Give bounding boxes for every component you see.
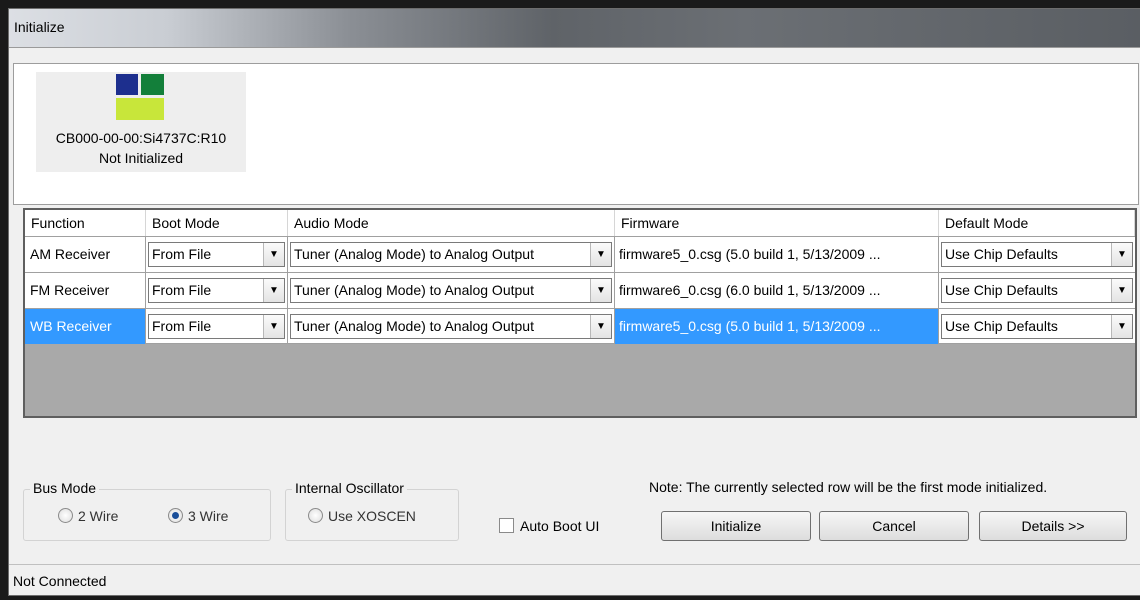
dropdown-arrow-icon[interactable]: ▼: [1111, 315, 1132, 338]
dropdown-arrow-icon[interactable]: ▼: [263, 243, 284, 266]
internal-oscillator-group: Internal Oscillator Use XOSCEN: [285, 480, 459, 541]
radio-use-xoscen[interactable]: Use XOSCEN: [308, 508, 416, 524]
dropdown-arrow-icon[interactable]: ▼: [1111, 243, 1132, 266]
device-tile[interactable]: CB000-00-00:Si4737C:R10 Not Initialized: [36, 72, 246, 172]
firmware-cell[interactable]: firmware6_0.csg (6.0 build 1, 5/13/2009 …: [615, 273, 939, 308]
table-row-selected[interactable]: WB Receiver From File ▼ Tuner (Analog Mo…: [25, 308, 1135, 344]
auto-boot-checkbox[interactable]: Auto Boot UI: [499, 518, 599, 534]
default-mode-dropdown[interactable]: Use Chip Defaults ▼: [941, 278, 1133, 303]
boot-mode-cell: From File ▼: [146, 237, 288, 272]
device-panel: CB000-00-00:Si4737C:R10 Not Initialized: [13, 63, 1139, 205]
radio-3-wire[interactable]: 3 Wire: [168, 508, 228, 524]
dropdown-arrow-icon[interactable]: ▼: [590, 243, 611, 266]
column-header-default-mode[interactable]: Default Mode: [939, 210, 1135, 236]
note-text: Note: The currently selected row will be…: [649, 479, 1048, 495]
function-cell[interactable]: AM Receiver: [25, 237, 146, 272]
auto-boot-label: Auto Boot UI: [520, 518, 600, 534]
boot-mode-cell: From File ▼: [146, 273, 288, 308]
column-header-audio-mode[interactable]: Audio Mode: [288, 210, 615, 236]
cancel-button[interactable]: Cancel: [819, 511, 969, 541]
mode-table: Function Boot Mode Audio Mode Firmware D…: [23, 208, 1137, 418]
connection-status: Not Connected: [13, 573, 107, 589]
audio-mode-cell: Tuner (Analog Mode) to Analog Output ▼: [288, 273, 615, 308]
table-header: Function Boot Mode Audio Mode Firmware D…: [25, 210, 1135, 236]
firmware-cell[interactable]: firmware5_0.csg (5.0 build 1, 5/13/2009 …: [615, 309, 939, 344]
audio-mode-cell: Tuner (Analog Mode) to Analog Output ▼: [288, 309, 615, 344]
default-mode-cell: Use Chip Defaults ▼: [939, 237, 1135, 272]
firmware-cell[interactable]: firmware5_0.csg (5.0 build 1, 5/13/2009 …: [615, 237, 939, 272]
use-xoscen-label: Use XOSCEN: [328, 508, 416, 524]
status-bar: Not Connected: [9, 564, 1140, 595]
title-bar[interactable]: Initialize: [9, 9, 1140, 48]
radio-3-wire-label: 3 Wire: [188, 508, 229, 524]
default-mode-value: Use Chip Defaults: [945, 246, 1058, 262]
chip-icon: [116, 74, 164, 120]
audio-mode-dropdown[interactable]: Tuner (Analog Mode) to Analog Output ▼: [290, 314, 612, 339]
boot-mode-dropdown[interactable]: From File ▼: [148, 278, 285, 303]
audio-mode-value: Tuner (Analog Mode) to Analog Output: [294, 318, 534, 334]
device-name: CB000-00-00:Si4737C:R10: [55, 130, 227, 146]
boot-mode-value: From File: [152, 246, 212, 262]
checkbox-icon: [499, 518, 514, 533]
boot-mode-cell: From File ▼: [146, 309, 288, 344]
column-header-firmware[interactable]: Firmware: [615, 210, 939, 236]
default-mode-value: Use Chip Defaults: [945, 282, 1058, 298]
default-mode-dropdown[interactable]: Use Chip Defaults ▼: [941, 314, 1133, 339]
window-title: Initialize: [14, 19, 65, 35]
table-row[interactable]: AM Receiver From File ▼ Tuner (Analog Mo…: [25, 236, 1135, 272]
audio-mode-cell: Tuner (Analog Mode) to Analog Output ▼: [288, 237, 615, 272]
boot-mode-value: From File: [152, 318, 212, 334]
default-mode-value: Use Chip Defaults: [945, 318, 1058, 334]
radio-2-wire[interactable]: 2 Wire: [58, 508, 118, 524]
bus-mode-group: Bus Mode 2 Wire 3 Wire: [23, 480, 271, 541]
bus-mode-label: Bus Mode: [30, 480, 100, 496]
column-header-function[interactable]: Function: [25, 210, 146, 236]
function-cell[interactable]: WB Receiver: [25, 309, 146, 344]
initialize-dialog: Initialize CB000-00-00:Si4737C:R10 Not I…: [8, 8, 1140, 596]
radio-button-icon: [58, 508, 73, 523]
default-mode-cell: Use Chip Defaults ▼: [939, 309, 1135, 344]
radio-button-icon: [308, 508, 323, 523]
dropdown-arrow-icon[interactable]: ▼: [590, 315, 611, 338]
dropdown-arrow-icon[interactable]: ▼: [1111, 279, 1132, 302]
dropdown-arrow-icon[interactable]: ▼: [263, 279, 284, 302]
details-button[interactable]: Details >>: [979, 511, 1127, 541]
audio-mode-value: Tuner (Analog Mode) to Analog Output: [294, 246, 534, 262]
audio-mode-dropdown[interactable]: Tuner (Analog Mode) to Analog Output ▼: [290, 242, 612, 267]
boot-mode-dropdown[interactable]: From File ▼: [148, 314, 285, 339]
audio-mode-dropdown[interactable]: Tuner (Analog Mode) to Analog Output ▼: [290, 278, 612, 303]
internal-oscillator-label: Internal Oscillator: [292, 480, 407, 496]
initialize-button[interactable]: Initialize: [661, 511, 811, 541]
radio-2-wire-label: 2 Wire: [78, 508, 119, 524]
radio-button-selected-icon: [168, 508, 183, 523]
default-mode-cell: Use Chip Defaults ▼: [939, 273, 1135, 308]
boot-mode-value: From File: [152, 282, 212, 298]
function-cell[interactable]: FM Receiver: [25, 273, 146, 308]
table-row[interactable]: FM Receiver From File ▼ Tuner (Analog Mo…: [25, 272, 1135, 308]
audio-mode-value: Tuner (Analog Mode) to Analog Output: [294, 282, 534, 298]
column-header-boot-mode[interactable]: Boot Mode: [146, 210, 288, 236]
boot-mode-dropdown[interactable]: From File ▼: [148, 242, 285, 267]
device-status: Not Initialized: [98, 150, 184, 166]
dropdown-arrow-icon[interactable]: ▼: [263, 315, 284, 338]
default-mode-dropdown[interactable]: Use Chip Defaults ▼: [941, 242, 1133, 267]
dropdown-arrow-icon[interactable]: ▼: [590, 279, 611, 302]
